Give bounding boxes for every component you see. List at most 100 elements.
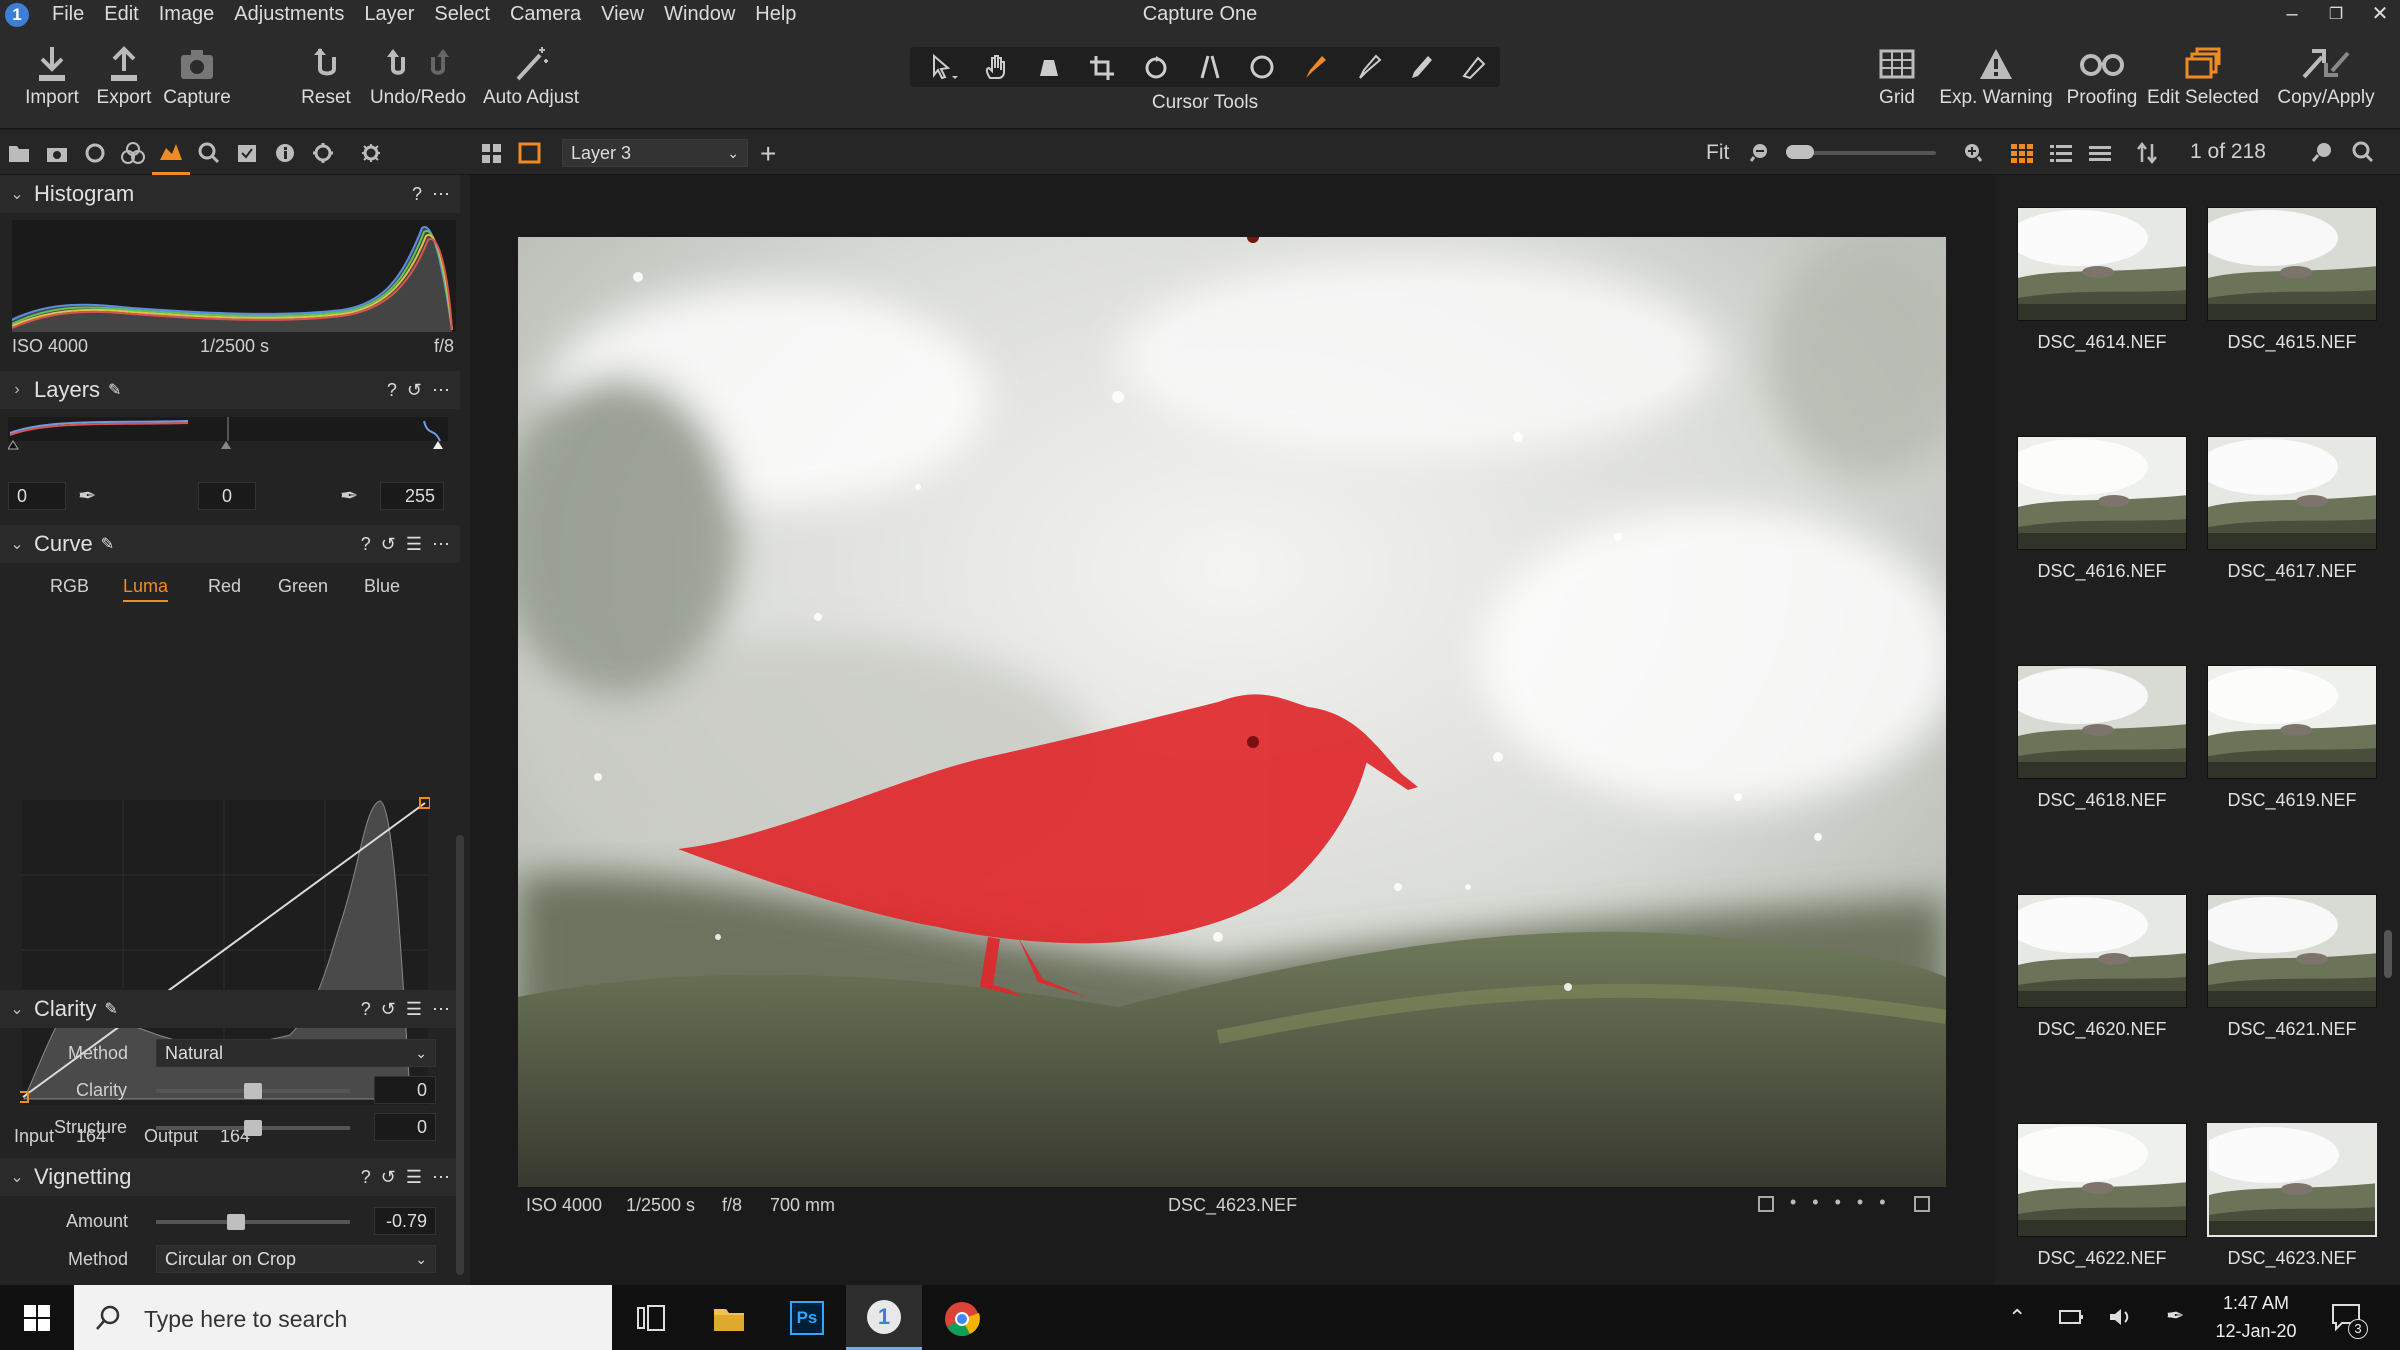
curve-tab-luma[interactable]: Luma [123, 576, 169, 602]
levels-high-field[interactable]: 255 [380, 482, 444, 510]
vignetting-amount-field[interactable]: -0.79 [374, 1207, 436, 1235]
structure-value-field[interactable]: 0 [374, 1113, 436, 1141]
eyedropper-black-icon[interactable]: ✒ [78, 483, 96, 509]
clarity-header[interactable]: ⌄ Clarity ✎ ? ↺ ☰ ⋯ [0, 990, 460, 1028]
zoom-in-icon[interactable] [1960, 141, 1983, 168]
multi-view-icon[interactable] [480, 142, 504, 169]
reset-button[interactable]: Reset [286, 29, 366, 129]
help-icon[interactable]: ? [361, 1167, 371, 1188]
menu-file[interactable]: File [52, 3, 84, 26]
filmstrip-view-icon[interactable] [2088, 142, 2112, 169]
thumbnail-image[interactable] [2017, 1123, 2187, 1237]
more-icon[interactable]: ⋯ [432, 534, 450, 555]
library-tab-icon[interactable] [0, 130, 38, 175]
help-icon[interactable]: ? [412, 184, 422, 205]
chrome-icon[interactable] [944, 1301, 980, 1342]
details-tab-icon[interactable] [190, 130, 228, 175]
capture-button[interactable]: Capture [157, 29, 237, 129]
search-icon[interactable] [2351, 141, 2375, 168]
thumbnail-image[interactable] [2017, 436, 2187, 550]
info-tag-icon[interactable] [1914, 1196, 1930, 1212]
clock-date[interactable]: 12-Jan-20 [2206, 1321, 2306, 1342]
thumbnail-image[interactable] [2207, 894, 2377, 1008]
clarity-value-field[interactable]: 0 [374, 1076, 436, 1104]
thumbnail-image[interactable] [2207, 665, 2377, 779]
select-cursor-icon[interactable] [918, 47, 968, 87]
minimize-icon[interactable]: – [2274, 0, 2310, 29]
menu-view[interactable]: View [601, 3, 644, 26]
batch-tab-icon[interactable] [352, 130, 390, 175]
export-button[interactable]: Export [84, 29, 164, 129]
photoshop-icon[interactable]: Ps [790, 1301, 824, 1335]
thumbnail-image[interactable] [2207, 1123, 2377, 1237]
curve-graph[interactable] [20, 625, 430, 1105]
help-icon[interactable]: ? [361, 534, 371, 555]
presets-icon[interactable]: ☰ [406, 1167, 422, 1188]
more-icon[interactable]: ⋯ [432, 1167, 450, 1188]
more-icon[interactable]: ⋯ [432, 380, 450, 401]
eraser-brush-icon[interactable] [1346, 47, 1396, 87]
pan-hand-icon[interactable] [972, 47, 1022, 87]
thumbnail-image[interactable] [2017, 665, 2187, 779]
menu-edit[interactable]: Edit [104, 3, 138, 26]
vignetting-header[interactable]: ⌄ Vignetting ? ↺ ☰ ⋯ [0, 1158, 460, 1196]
main-photo[interactable] [518, 237, 1946, 1187]
help-icon[interactable]: ? [387, 380, 397, 401]
clarity-slider-knob[interactable] [244, 1083, 262, 1099]
presets-icon[interactable]: ☰ [406, 999, 422, 1020]
clarity-method-select[interactable]: Natural ⌄ [156, 1039, 436, 1067]
menu-camera[interactable]: Camera [510, 3, 581, 26]
taskbar-search[interactable]: Type here to search [74, 1285, 612, 1350]
curve-header[interactable]: ⌄ Curve ✎ ? ↺ ☰ ⋯ [0, 525, 460, 563]
more-icon[interactable]: ⋯ [432, 999, 450, 1020]
vignetting-amount-slider[interactable] [156, 1220, 350, 1224]
menu-adjustments[interactable]: Adjustments [234, 3, 344, 26]
more-icon[interactable]: ⋯ [432, 184, 450, 205]
presets-icon[interactable]: ☰ [406, 534, 422, 555]
reset-small-icon[interactable]: ↺ [381, 999, 396, 1020]
windows-start-icon[interactable] [24, 1305, 52, 1338]
single-view-icon[interactable] [518, 142, 542, 169]
close-icon[interactable]: ✕ [2362, 0, 2398, 29]
curve-tab-rgb[interactable]: RGB [50, 576, 89, 597]
thumbnail-image[interactable] [2017, 894, 2187, 1008]
pen-icon[interactable]: ✒ [2166, 1303, 2184, 1329]
rotate-icon[interactable] [1132, 47, 1182, 87]
zoom-slider-knob[interactable] [1786, 145, 1814, 159]
menu-layer[interactable]: Layer [364, 3, 414, 26]
list-view-icon[interactable] [2049, 142, 2073, 169]
color-tag-icon[interactable] [1758, 1196, 1774, 1212]
clock-time[interactable]: 1:47 AM [2206, 1293, 2306, 1314]
thumbnail-image[interactable] [2207, 207, 2377, 321]
vignetting-amount-knob[interactable] [227, 1214, 245, 1230]
output-tab-icon[interactable] [304, 130, 342, 175]
file-explorer-icon[interactable] [712, 1303, 746, 1338]
adjustments-tab-icon[interactable] [228, 130, 266, 175]
reset-small-icon[interactable]: ↺ [381, 534, 396, 555]
restore-icon[interactable]: ❐ [2318, 0, 2354, 29]
curve-tab-red[interactable]: Red [208, 576, 241, 597]
exp-warning-button[interactable]: Exp. Warning [1934, 29, 2058, 129]
vignetting-method-select[interactable]: Circular on Crop ⌄ [156, 1245, 436, 1273]
capture-one-task[interactable]: 1 [846, 1285, 922, 1350]
structure-slider-knob[interactable] [244, 1120, 262, 1136]
lens-tab-icon[interactable] [76, 130, 114, 175]
copy-apply-button[interactable]: Copy/Apply [2270, 29, 2382, 129]
panel-scrollbar[interactable] [456, 835, 464, 1275]
tray-chevron-icon[interactable]: ⌃ [2008, 1305, 2026, 1331]
reset-small-icon[interactable]: ↺ [407, 380, 422, 401]
zoom-out-icon[interactable] [1749, 141, 1772, 168]
browser-scrollbar[interactable] [2384, 930, 2392, 978]
auto-adjust-button[interactable]: Auto Adjust [478, 29, 584, 129]
rating-stars[interactable]: ••••• [1790, 1192, 1902, 1213]
help-icon[interactable]: ? [361, 999, 371, 1020]
thumbnail-image[interactable] [2017, 207, 2187, 321]
spot-removal-icon[interactable] [1238, 47, 1288, 87]
brush-icon[interactable] [1292, 47, 1342, 87]
thumbnail-image[interactable] [2207, 436, 2377, 550]
gradient-mask-icon[interactable] [1398, 47, 1448, 87]
grid-button[interactable]: Grid [1862, 29, 1932, 129]
eraser-icon[interactable] [1450, 47, 1500, 87]
color-tab-icon[interactable] [114, 130, 152, 175]
menu-window[interactable]: Window [664, 3, 735, 26]
